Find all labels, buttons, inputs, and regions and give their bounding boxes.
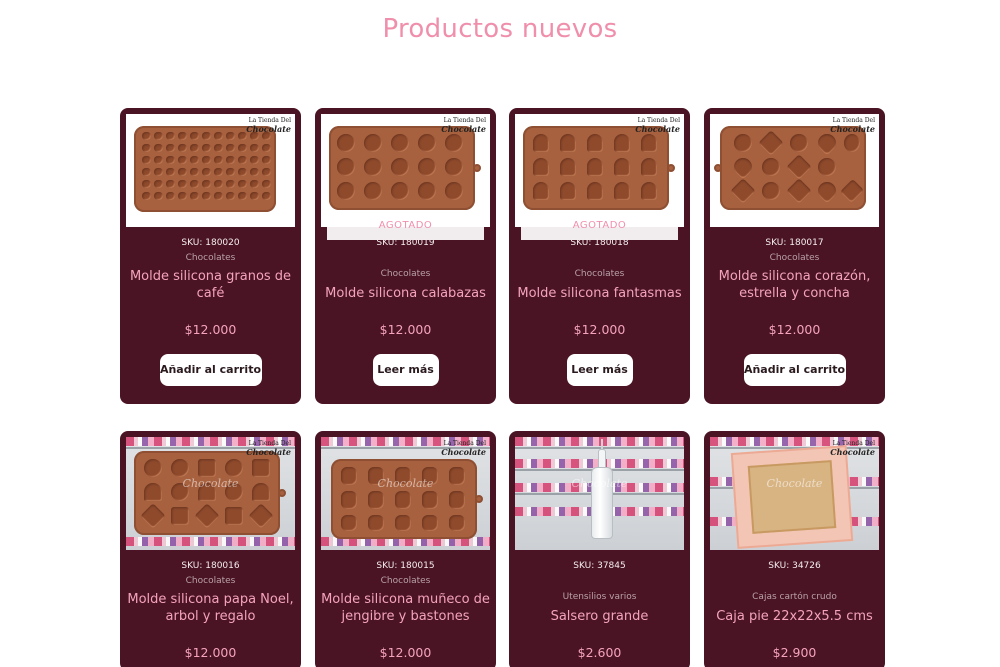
product-category[interactable]: Chocolates	[126, 576, 295, 586]
product-image[interactable]: Chocolate La Tienda Del Chocolate	[126, 437, 295, 550]
coffee-bean-mold	[134, 126, 276, 212]
product-image[interactable]: La Tienda Del Chocolate	[321, 114, 490, 227]
product-image[interactable]: La Tienda Del Chocolate	[515, 114, 684, 227]
product-category[interactable]: Cajas cartón crudo	[710, 592, 879, 602]
product-image[interactable]: La Tienda Del Chocolate	[126, 114, 295, 227]
product-name[interactable]: Molde silicona fantasmas	[515, 285, 684, 302]
product-price: $2.600	[577, 645, 622, 660]
product-price: $12.000	[184, 645, 237, 660]
product-image[interactable]: La Tienda Del Chocolate	[710, 114, 879, 227]
logo-watermark: Chocolate	[377, 477, 434, 490]
logo-watermark: Chocolate	[571, 477, 628, 490]
sold-out-badge: AGOTADO	[327, 212, 484, 240]
store-logo: La Tienda Del Chocolate	[635, 117, 680, 134]
product-category[interactable]: Chocolates	[710, 253, 879, 263]
product-category[interactable]: Chocolates	[321, 269, 490, 279]
product-name[interactable]: Salsero grande	[515, 608, 684, 625]
product-price: $12.000	[184, 322, 237, 337]
cardboard-pie-box	[730, 445, 854, 549]
logo-watermark: Chocolate	[182, 477, 239, 490]
product-category[interactable]: Chocolates	[126, 253, 295, 263]
section-title: Productos nuevos	[382, 14, 618, 44]
product-card[interactable]: La Tienda Del Chocolate SKU: 180020 Choco…	[120, 108, 301, 404]
product-name[interactable]: Molde silicona calabazas	[321, 285, 490, 302]
product-name[interactable]: Molde silicona corazón, estrella y conch…	[710, 268, 879, 302]
product-sku: SKU: 180016	[181, 561, 240, 571]
product-sku: SKU: 180018	[570, 238, 629, 248]
product-price: $12.000	[573, 322, 626, 337]
store-logo: La Tienda Del Chocolate	[441, 117, 486, 134]
product-card[interactable]: Chocolate La Tienda Del Chocolate SKU: 18…	[315, 431, 496, 667]
product-price: $12.000	[768, 322, 821, 337]
product-sku: SKU: 180020	[181, 238, 240, 248]
product-sku: SKU: 34726	[768, 561, 821, 571]
product-category[interactable]: Utensilios varios	[515, 592, 684, 602]
store-logo: La Tienda Del Chocolate	[441, 440, 486, 457]
pumpkin-mold	[329, 126, 481, 210]
read-more-button[interactable]: Leer más	[372, 354, 439, 386]
store-logo: La Tienda Del Chocolate	[830, 117, 875, 134]
store-logo: La Tienda Del Chocolate	[246, 440, 291, 457]
add-to-cart-button[interactable]: Añadir al carrito	[159, 354, 262, 386]
store-logo: La Tienda Del Chocolate	[246, 117, 291, 134]
product-name[interactable]: Molde silicona muñeco de jengibre y bast…	[321, 591, 490, 625]
store-logo: La Tienda Del Chocolate	[830, 440, 875, 457]
product-sku: SKU: 180017	[765, 238, 824, 248]
product-price: $12.000	[379, 645, 432, 660]
bottle-neck	[598, 449, 606, 469]
product-card[interactable]: Chocolate La Tienda Del Chocolate SKU: 18…	[120, 431, 301, 667]
heart-star-shell-mold	[714, 126, 866, 210]
gingerbread-mold	[331, 459, 483, 539]
product-sku: SKU: 180015	[376, 561, 435, 571]
product-category[interactable]: Chocolates	[515, 269, 684, 279]
product-card[interactable]: Chocolate SKU: 37845 Utensilios varios S…	[509, 431, 690, 667]
sold-out-badge: AGOTADO	[521, 212, 678, 240]
product-image[interactable]: Chocolate	[515, 437, 684, 550]
product-name[interactable]: Molde silicona granos de café	[126, 268, 295, 302]
product-card[interactable]: Chocolate La Tienda Del Chocolate SKU: 34…	[704, 431, 885, 667]
product-image[interactable]: Chocolate La Tienda Del Chocolate	[710, 437, 879, 550]
christmas-mold	[134, 451, 286, 535]
product-sku: SKU: 180019	[376, 238, 435, 248]
product-price: $2.900	[772, 645, 817, 660]
product-card[interactable]: La Tienda Del Chocolate SKU: 180017 Choco…	[704, 108, 885, 404]
product-image[interactable]: Chocolate La Tienda Del Chocolate	[321, 437, 490, 550]
product-card[interactable]: La Tienda Del Chocolate AGOTADO SKU: 1800…	[509, 108, 690, 404]
read-more-button[interactable]: Leer más	[566, 354, 633, 386]
add-to-cart-button[interactable]: Añadir al carrito	[743, 354, 846, 386]
product-price: $12.000	[379, 322, 432, 337]
product-sku: SKU: 37845	[573, 561, 626, 571]
product-name[interactable]: Caja pie 22x22x5.5 cms	[710, 608, 879, 625]
logo-watermark: Chocolate	[766, 477, 823, 490]
product-name[interactable]: Molde silicona papa Noel, arbol y regalo	[126, 591, 295, 625]
ghost-mold	[523, 126, 675, 210]
product-category[interactable]: Chocolates	[321, 576, 490, 586]
product-card[interactable]: La Tienda Del Chocolate AGOTADO SKU: 1800…	[315, 108, 496, 404]
